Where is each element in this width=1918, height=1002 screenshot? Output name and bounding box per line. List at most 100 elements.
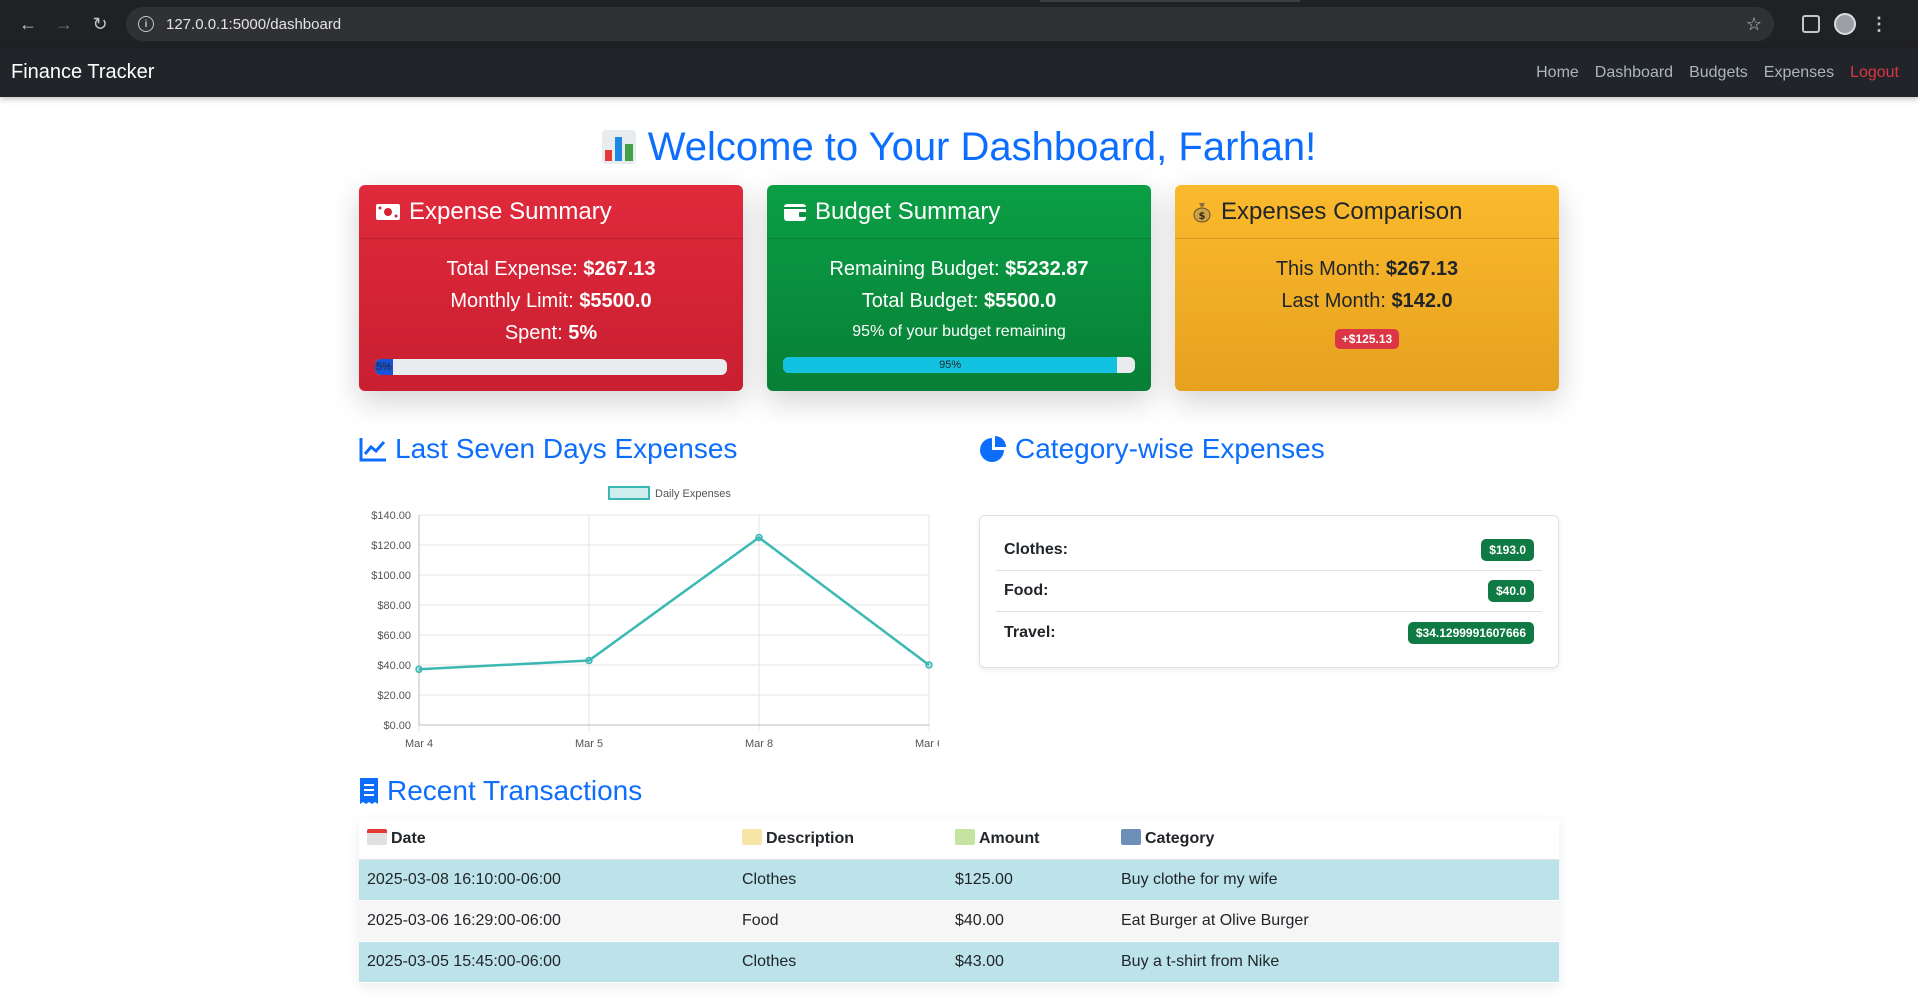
y-tick-label: $100.00 [371,570,411,582]
series-line-daily-expenses [418,535,930,671]
pie-chart-icon [980,436,1006,462]
browser-menu-icon[interactable]: ⋮ [1870,14,1888,35]
cash-icon [955,829,975,846]
expenses-comparison-card: $ Expenses Comparison This Month: $267.1… [1175,185,1559,391]
back-icon[interactable]: ← [10,6,46,42]
nav-budgets[interactable]: Budgets [1689,64,1748,82]
money-bag-icon: $ [1193,202,1211,222]
table-row: 2025-03-08 16:10:00-06:00 Clothes $125.00 B… [359,859,1559,901]
table-row: 2025-03-06 16:29:00-06:00 Food $40.00 Eat B… [359,900,1559,942]
page-title-text: Welcome to Your Dashboard, Farhan! [647,124,1317,169]
y-tick-label: $40.00 [377,660,411,672]
y-tick-label: $80.00 [377,600,411,612]
expense-summary-card: Expense Summary Total Expense: $267.13 M… [359,185,743,391]
expense-progress-fill: 5% [375,359,393,375]
legend-label: Daily Expenses [655,488,731,500]
total-budget-line: Total Budget: $5500.0 [861,290,1057,312]
profile-avatar[interactable] [1834,13,1856,35]
th-date: Date [359,819,734,860]
category-amount-badge: $34.1299991607666 [1407,621,1534,644]
app-navbar: Finance Tracker Home Dashboard Budgets E… [0,48,1918,97]
data-point [585,656,593,665]
address-bar[interactable]: i 127.0.0.1:5000/dashboard ☆ [126,7,1774,41]
budget-progress-fill: 95% [783,357,1118,373]
monthly-limit-value: $5500.0 [579,290,652,312]
reload-icon[interactable]: ↻ [82,6,118,42]
browser-toolbar: ← → ↻ i 127.0.0.1:5000/dashboard ☆ ⋮ [0,0,1918,48]
svg-text:$: $ [1199,211,1206,222]
receipt-icon [360,778,378,804]
bookmark-star-icon[interactable]: ☆ [1746,14,1762,35]
line-chart: $0.00 $20.00 $40.00 $60.00 $80.00 $100.00 $120… [371,486,939,750]
bar-chart-icon [601,130,636,164]
budget-card-title: Budget Summary [815,197,1001,225]
nav-links: Home Dashboard Budgets Expenses Logout [1536,64,1899,82]
legend-swatch [608,486,650,500]
x-tick-label: Mar 5 [575,738,603,750]
category-section: Category-wise Expenses Clothes: $193.0 F… [979,431,1559,755]
th-amount: Amount [947,819,1113,860]
category-title: Category-wise Expenses [979,431,1559,467]
category-row-travel: Travel: $34.1299991607666 [996,612,1542,653]
expense-progress-bar: 5% [375,359,727,375]
data-point [415,665,423,674]
budget-remaining-note: 95% of your budget remaining [852,323,1066,340]
y-tick-label: $120.00 [371,540,411,552]
category-amount-badge: $40.0 [1487,580,1534,602]
charts-row: Last Seven Days Expenses $0.00 $20.00 $40.… [359,431,1559,755]
wallet-icon [784,203,806,221]
remaining-budget-line: Remaining Budget: $5232.87 [829,258,1089,280]
recent-transactions-section: Recent Transactions Date Description Amo… [359,773,1559,983]
monthly-limit-line: Monthly Limit: $5500.0 [450,290,652,312]
comparison-card-header: $ Expenses Comparison [1175,185,1559,239]
transactions-table: Date Description Amount Category 2025-03… [359,819,1559,983]
nav-logout[interactable]: Logout [1850,64,1899,82]
spent-value: 5% [568,322,598,344]
brand[interactable]: Finance Tracker [11,61,154,84]
budget-progress-bar: 95% [783,357,1135,373]
y-tick-label: $140.00 [371,510,411,522]
nav-home[interactable]: Home [1536,64,1579,82]
tab-strip [1040,0,1300,2]
nav-expenses[interactable]: Expenses [1764,64,1834,82]
main-container: Welcome to Your Dashboard, Farhan! Expen… [359,121,1559,983]
difference-badge: +$125.13 [1334,329,1400,349]
summary-cards: Expense Summary Total Expense: $267.13 M… [359,185,1559,391]
last-month-value: $142.0 [1391,290,1453,312]
total-expense-line: Total Expense: $267.13 [446,258,656,280]
line-chart-title: Last Seven Days Expenses [359,431,939,467]
total-budget-value: $5500.0 [984,290,1057,312]
comparison-card-title: Expenses Comparison [1221,197,1463,225]
last-month-line: Last Month: $142.0 [1281,290,1453,312]
th-category: Category [1113,819,1559,860]
url-text[interactable]: 127.0.0.1:5000/dashboard [166,16,341,33]
expense-card-title: Expense Summary [409,197,612,225]
site-info-icon[interactable]: i [138,16,154,32]
nav-dashboard[interactable]: Dashboard [1595,64,1673,82]
this-month-value: $267.13 [1385,258,1459,280]
money-icon [376,203,400,220]
category-amount-badge: $193.0 [1481,539,1534,561]
recent-transactions-title: Recent Transactions [359,773,1559,809]
budget-summary-card: Budget Summary Remaining Budget: $5232.8… [767,185,1151,391]
y-tick-label: $0.00 [383,720,411,732]
y-tick-label: $20.00 [377,690,411,702]
extensions-icon[interactable] [1802,15,1820,33]
category-row-food: Food: $40.0 [996,571,1542,612]
calendar-icon [367,829,387,846]
total-expense-value: $267.13 [583,258,656,280]
line-chart-icon [359,438,386,462]
forward-icon[interactable]: → [46,6,82,42]
remaining-budget-value: $5232.87 [1005,258,1089,280]
y-tick-label: $60.00 [377,630,411,642]
page-title: Welcome to Your Dashboard, Farhan! [359,121,1559,173]
category-list: Clothes: $193.0 Food: $40.0 Travel: $34.… [979,515,1559,668]
data-point [925,661,933,669]
x-tick-label: Mar 6 [915,738,939,750]
table-row: 2025-03-05 15:45:00-06:00 Clothes $43.00 Bu… [359,941,1559,983]
x-tick-label: Mar 8 [745,738,773,750]
th-description: Description [734,819,947,860]
budget-card-header: Budget Summary [767,185,1151,239]
line-chart-section: Last Seven Days Expenses $0.00 $20.00 $40.… [359,431,939,755]
memo-icon [742,829,762,846]
